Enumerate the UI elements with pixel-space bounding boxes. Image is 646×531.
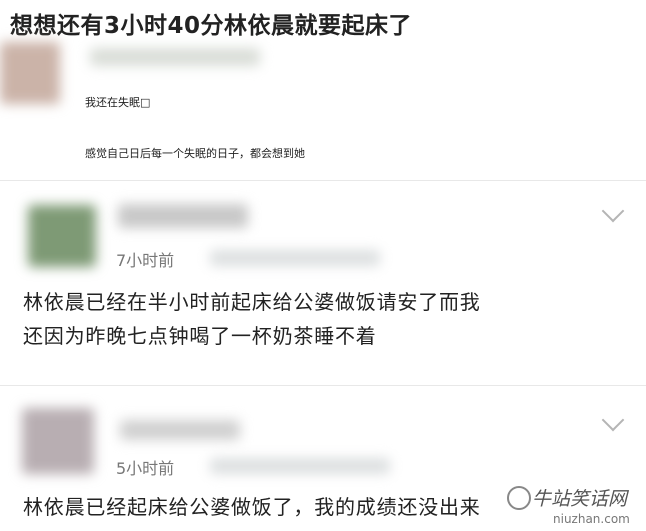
comment-text-line-2: 还因为昨晚七点钟喝了一杯奶茶睡不着 [23,324,377,348]
comment-time: 7小时前 [116,251,175,270]
watermark: 牛站笑话网 niuzhan.com [505,482,646,531]
watermark-url: niuzhan.com [553,512,630,526]
commenter-name-blurred [120,420,240,440]
divider [0,180,646,181]
comment-time: 5小时前 [116,459,175,478]
post-headline: 想想还有3小时40分林依晨就要起床了 [10,13,413,39]
post-text-line-2: 感觉自己日后每一个失眠的日子，都会想到她 [85,147,305,160]
commenter-avatar[interactable] [28,205,96,267]
avatar[interactable] [0,42,60,104]
chevron-down-icon[interactable] [601,408,625,432]
chevron-down-icon[interactable] [601,199,625,223]
watermark-name: 牛站笑话网 [532,488,628,510]
commenter-avatar[interactable] [22,408,94,474]
commenter-name-blurred [118,204,248,228]
username-blurred [90,48,260,66]
comment-text-line-1: 林依晨已经起床给公婆做饭了，我的成绩还没出来 [23,495,481,519]
location-blurred [210,458,390,474]
post-text-line-1: 我还在失眠□ [85,96,151,109]
location-blurred [210,250,380,266]
watermark-logo [507,486,531,510]
divider [0,385,646,386]
comment-text-line-1: 林依晨已经在半小时前起床给公婆做饭请安了而我 [23,290,481,314]
